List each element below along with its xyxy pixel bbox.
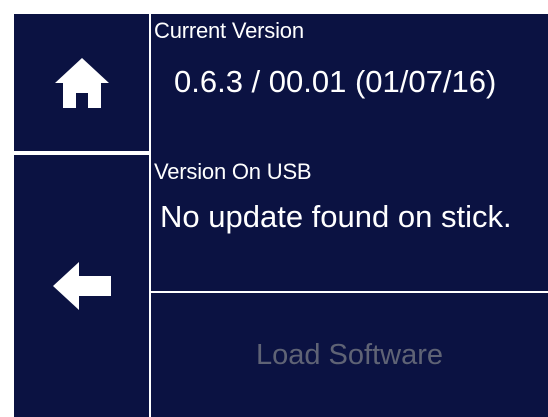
usb-version-label: Version On USB [154, 159, 312, 184]
arrow-left-icon [51, 260, 113, 312]
current-version-value: 0.6.3 / 00.01 (01/07/16) [174, 64, 497, 99]
load-software-button[interactable]: Load Software [151, 293, 548, 417]
current-version-label: Current Version [154, 18, 304, 43]
version-info-panel: Current Version 0.6.3 / 00.01 (01/07/16)… [151, 14, 548, 291]
sidebar [14, 14, 149, 417]
usb-version-value: No update found on stick. [160, 199, 512, 234]
load-software-label: Load Software [255, 338, 443, 371]
home-button[interactable] [14, 14, 149, 151]
back-button[interactable] [14, 155, 149, 417]
home-icon [52, 55, 112, 111]
